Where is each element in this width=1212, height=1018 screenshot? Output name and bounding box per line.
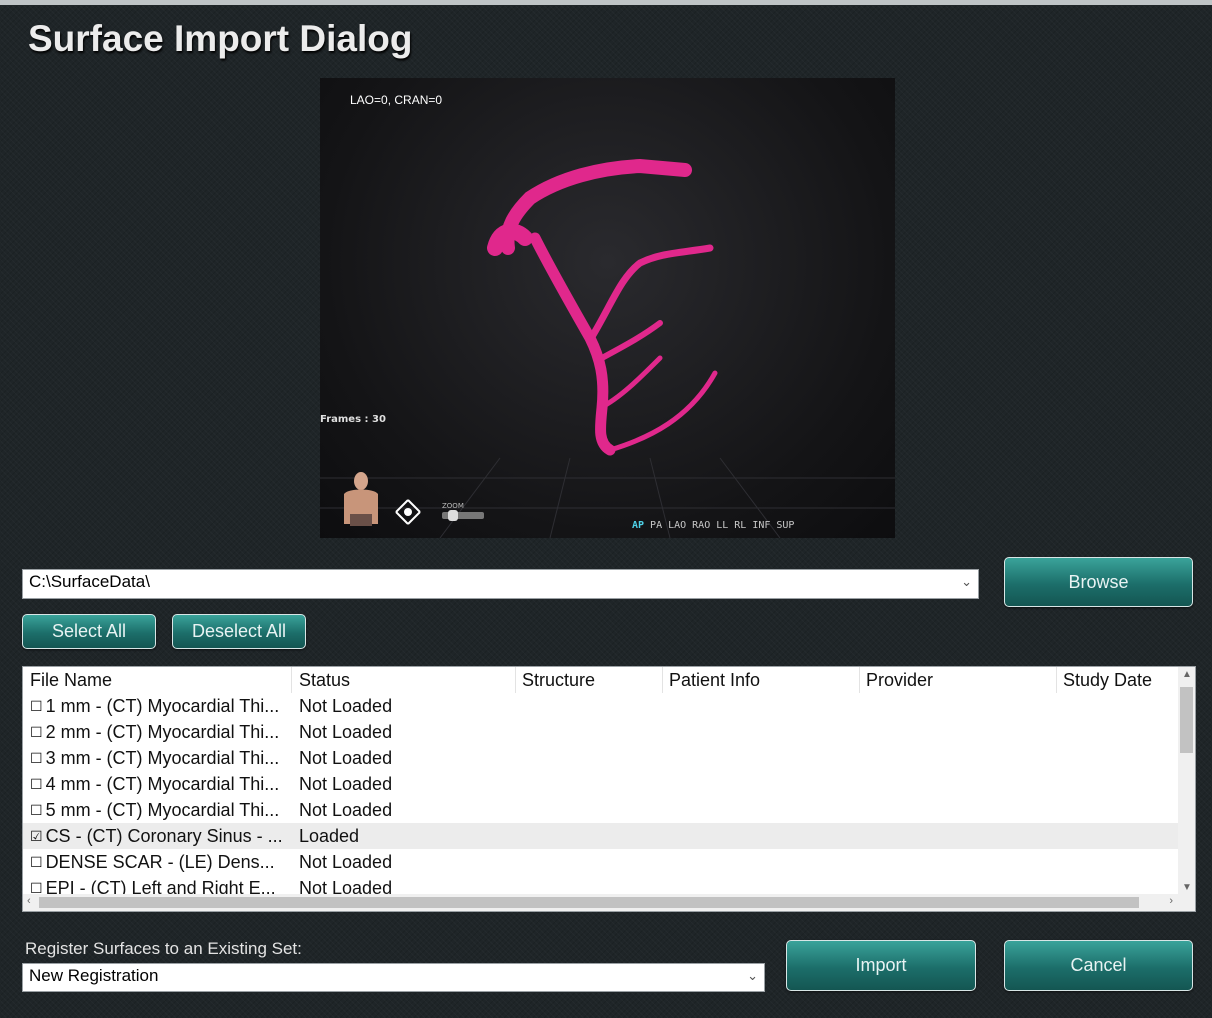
3d-viewer[interactable]: LAO=0, CRAN=0 Frames : 30 ZOOM AP PA LAO… bbox=[320, 78, 895, 538]
vertical-scrollbar[interactable]: ▲ ▼ bbox=[1178, 667, 1195, 895]
body-orientation-icon[interactable] bbox=[340, 470, 382, 528]
zoom-label: ZOOM bbox=[442, 502, 464, 510]
horizontal-scrollbar[interactable]: ‹ › bbox=[23, 894, 1195, 911]
file-name-text: DENSE SCAR - (LE) Dens... bbox=[45, 852, 275, 872]
table-row[interactable]: ☐ 3 mm - (CT) Myocardial Thi... Not Loaded bbox=[23, 745, 1195, 771]
table-row[interactable]: ☑ CS - (CT) Coronary Sinus - ... Loaded bbox=[23, 823, 1195, 849]
table-row[interactable]: ☐ 4 mm - (CT) Myocardial Thi... Not Loaded bbox=[23, 771, 1195, 797]
chevron-down-icon[interactable]: ⌄ bbox=[747, 968, 758, 984]
table-body: ☐ 1 mm - (CT) Myocardial Thi... Not Loaded… bbox=[23, 693, 1195, 901]
file-name-cell: ☐ 3 mm - (CT) Myocardial Thi... bbox=[30, 748, 279, 769]
view-button-ap[interactable]: AP bbox=[632, 520, 644, 531]
table-row[interactable]: ☐ DENSE SCAR - (LE) Dens... Not Loaded bbox=[23, 849, 1195, 875]
status-cell: Not Loaded bbox=[299, 800, 393, 820]
path-combobox[interactable]: C:\SurfaceData\ ⌄ bbox=[22, 569, 979, 599]
file-name-text: CS - (CT) Coronary Sinus - ... bbox=[45, 826, 283, 846]
registration-value: New Registration bbox=[29, 966, 159, 985]
file-name-text: 5 mm - (CT) Myocardial Thi... bbox=[45, 800, 280, 820]
registration-combobox[interactable]: New Registration ⌄ bbox=[22, 963, 765, 992]
file-name-cell: ☐ 4 mm - (CT) Myocardial Thi... bbox=[30, 774, 279, 795]
view-button-ll[interactable]: LL bbox=[716, 520, 728, 531]
column-header-structure[interactable]: Structure bbox=[522, 670, 595, 691]
status-cell: Not Loaded bbox=[299, 696, 393, 716]
view-angle-readout: LAO=0, CRAN=0 bbox=[350, 93, 443, 107]
file-name-text: 3 mm - (CT) Myocardial Thi... bbox=[45, 748, 280, 768]
surface-file-table[interactable]: File Name Status Structure Patient Info … bbox=[22, 666, 1196, 912]
column-header-study-date[interactable]: Study Date bbox=[1063, 670, 1152, 691]
file-name-cell: ☐ 1 mm - (CT) Myocardial Thi... bbox=[30, 696, 279, 717]
unchecked-checkbox-icon[interactable]: ☐ bbox=[30, 776, 43, 793]
select-all-button[interactable]: Select All bbox=[22, 614, 156, 649]
file-name-text: 4 mm - (CT) Myocardial Thi... bbox=[45, 774, 280, 794]
scroll-right-icon[interactable]: › bbox=[1169, 895, 1173, 907]
file-name-cell: ☑ CS - (CT) Coronary Sinus - ... bbox=[30, 826, 283, 847]
status-cell: Not Loaded bbox=[299, 774, 393, 794]
table-row[interactable]: ☐ 1 mm - (CT) Myocardial Thi... Not Loaded bbox=[23, 693, 1195, 719]
scroll-up-icon[interactable]: ▲ bbox=[1182, 669, 1192, 680]
table-row[interactable]: ☐ 5 mm - (CT) Myocardial Thi... Not Loaded bbox=[23, 797, 1195, 823]
unchecked-checkbox-icon[interactable]: ☐ bbox=[30, 854, 43, 871]
dialog-title: Surface Import Dialog bbox=[28, 18, 413, 59]
column-divider[interactable] bbox=[291, 667, 292, 693]
status-cell: Loaded bbox=[299, 826, 360, 846]
column-header-file-name[interactable]: File Name bbox=[30, 670, 112, 691]
rotate-icon[interactable] bbox=[394, 498, 422, 526]
file-name-text: 1 mm - (CT) Myocardial Thi... bbox=[45, 696, 280, 716]
chevron-down-icon[interactable]: ⌄ bbox=[961, 574, 972, 590]
unchecked-checkbox-icon[interactable]: ☐ bbox=[30, 750, 43, 767]
import-button[interactable]: Import bbox=[786, 940, 976, 991]
deselect-all-button[interactable]: Deselect All bbox=[172, 614, 306, 649]
column-header-provider[interactable]: Provider bbox=[866, 670, 933, 691]
frames-readout: Frames : 30 bbox=[320, 414, 386, 425]
column-header-patient-info[interactable]: Patient Info bbox=[669, 670, 760, 691]
table-row[interactable]: ☐ 2 mm - (CT) Myocardial Thi... Not Loaded bbox=[23, 719, 1195, 745]
zoom-slider-track[interactable] bbox=[442, 510, 484, 521]
zoom-slider-knob[interactable] bbox=[448, 510, 458, 521]
view-button-rao[interactable]: RAO bbox=[692, 520, 710, 531]
browse-button[interactable]: Browse bbox=[1004, 557, 1193, 607]
register-surfaces-label: Register Surfaces to an Existing Set: bbox=[25, 939, 302, 958]
column-divider[interactable] bbox=[1056, 667, 1057, 693]
path-value: C:\SurfaceData\ bbox=[29, 572, 150, 591]
status-cell: Not Loaded bbox=[299, 748, 393, 768]
cancel-button[interactable]: Cancel bbox=[1004, 940, 1193, 991]
view-button-rl[interactable]: RL bbox=[734, 520, 746, 531]
column-divider[interactable] bbox=[662, 667, 663, 693]
view-button-sup[interactable]: SUP bbox=[776, 520, 794, 531]
scroll-down-icon[interactable]: ▼ bbox=[1182, 882, 1192, 893]
status-cell: Not Loaded bbox=[299, 722, 393, 742]
view-button-pa[interactable]: PA bbox=[650, 520, 662, 531]
scroll-left-icon[interactable]: ‹ bbox=[27, 895, 31, 907]
view-button-lao[interactable]: LAO bbox=[668, 520, 686, 531]
window-top-border bbox=[0, 0, 1212, 5]
column-divider[interactable] bbox=[859, 667, 860, 693]
coronary-sinus-model bbox=[487, 158, 718, 456]
status-cell: Not Loaded bbox=[299, 852, 393, 872]
vertical-scroll-thumb[interactable] bbox=[1180, 687, 1193, 753]
table-header: File Name Status Structure Patient Info … bbox=[23, 667, 1195, 693]
file-name-cell: ☐ 5 mm - (CT) Myocardial Thi... bbox=[30, 800, 279, 821]
view-preset-bar: AP PA LAO RAO LL RL INF SUP bbox=[632, 520, 794, 531]
checked-checkbox-icon[interactable]: ☑ bbox=[30, 828, 43, 845]
unchecked-checkbox-icon[interactable]: ☐ bbox=[30, 698, 43, 715]
unchecked-checkbox-icon[interactable]: ☐ bbox=[30, 802, 43, 819]
horizontal-scroll-thumb[interactable] bbox=[39, 897, 1139, 908]
file-name-cell: ☐ 2 mm - (CT) Myocardial Thi... bbox=[30, 722, 279, 743]
unchecked-checkbox-icon[interactable]: ☐ bbox=[30, 724, 43, 741]
file-name-text: 2 mm - (CT) Myocardial Thi... bbox=[45, 722, 280, 742]
view-button-inf[interactable]: INF bbox=[752, 520, 770, 531]
column-header-status[interactable]: Status bbox=[299, 670, 350, 691]
column-divider[interactable] bbox=[515, 667, 516, 693]
file-name-cell: ☐ DENSE SCAR - (LE) Dens... bbox=[30, 852, 275, 873]
